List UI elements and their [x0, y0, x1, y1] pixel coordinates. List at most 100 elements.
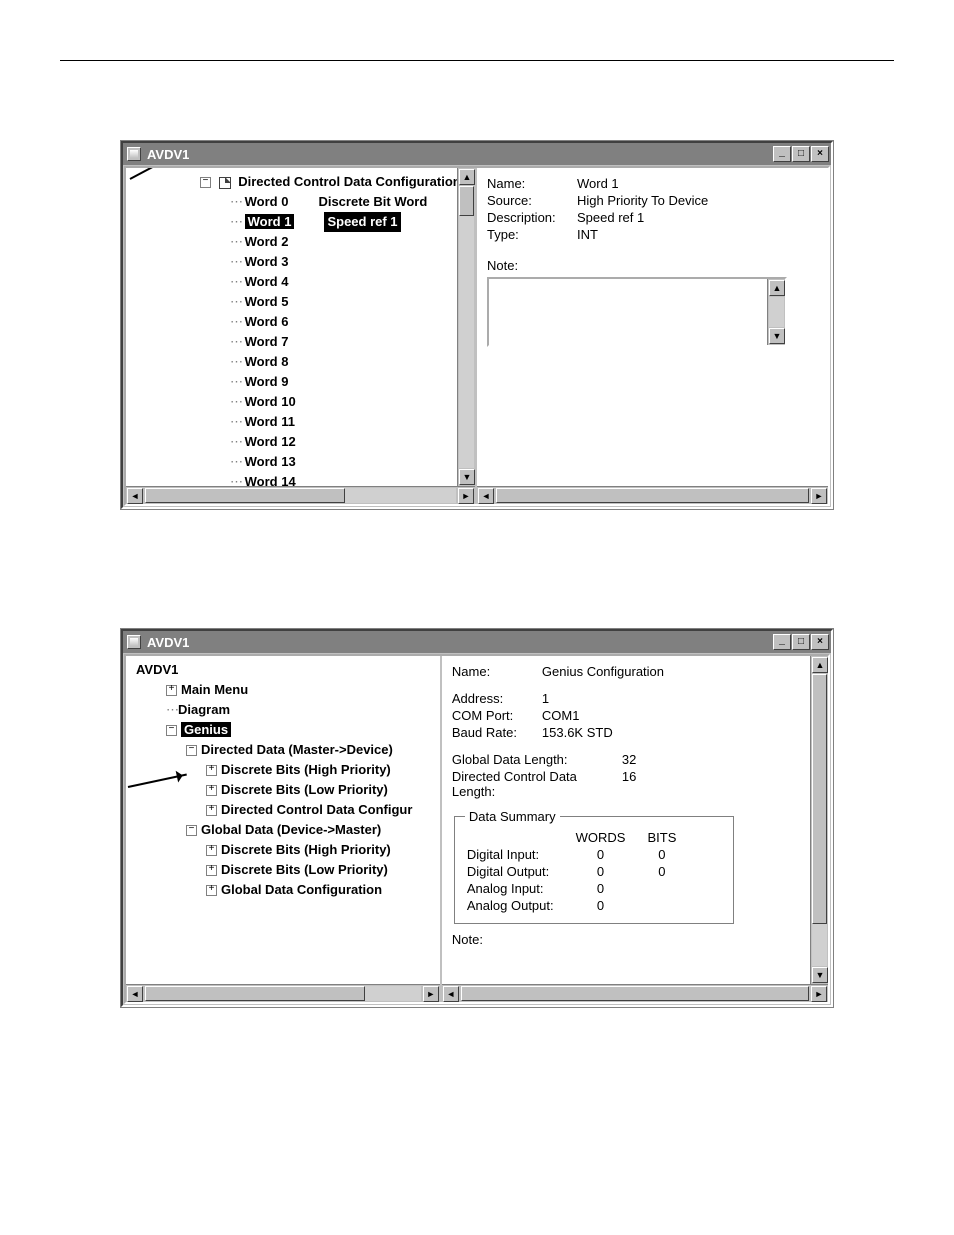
- tree-word-item[interactable]: ⋯ Word 6: [130, 312, 475, 332]
- tree-word-item[interactable]: ⋯ Word 13: [130, 452, 475, 472]
- word-label: Word 8: [245, 354, 289, 369]
- expand-icon[interactable]: +: [206, 885, 217, 896]
- collapse-icon[interactable]: −: [200, 177, 211, 188]
- detail-pane: Name:Word 1 Source:High Priority To Devi…: [477, 168, 828, 504]
- close-button[interactable]: ×: [811, 146, 829, 162]
- tree-global-data-config[interactable]: +Global Data Configuration: [136, 880, 440, 900]
- scroll-down-button[interactable]: ▼: [812, 967, 828, 983]
- tree-word-item[interactable]: ⋯ Word 2: [130, 232, 475, 252]
- expand-icon[interactable]: +: [206, 805, 217, 816]
- word-label: Word 9: [245, 374, 289, 389]
- tree-genius[interactable]: −Genius: [136, 720, 440, 740]
- scroll-down-button[interactable]: ▼: [459, 469, 475, 485]
- address-value: 1: [542, 691, 549, 706]
- word-label: Word 4: [245, 274, 289, 289]
- document-icon: [219, 177, 231, 189]
- expand-icon[interactable]: +: [166, 685, 177, 696]
- detail-horizontal-scrollbar[interactable]: ◄ ►: [442, 984, 828, 1002]
- tree-discrete-bits-high-2[interactable]: +Discrete Bits (High Priority): [136, 840, 440, 860]
- tree-word-item[interactable]: ⋯ Word 10: [130, 392, 475, 412]
- maximize-button[interactable]: □: [792, 634, 810, 650]
- collapse-icon[interactable]: −: [166, 725, 177, 736]
- di-bits: 0: [647, 847, 696, 862]
- baud-label: Baud Rate:: [452, 725, 542, 740]
- tree-header-label: Directed Control Data Configuration: [238, 174, 460, 189]
- detail-vertical-scrollbar[interactable]: ▲ ▼: [810, 656, 828, 984]
- scroll-left-button[interactable]: ◄: [127, 488, 143, 504]
- system-menu-icon[interactable]: [127, 147, 141, 161]
- minimize-button[interactable]: _: [773, 146, 791, 162]
- maximize-button[interactable]: □: [792, 146, 810, 162]
- scroll-left-button[interactable]: ◄: [127, 986, 143, 1002]
- scroll-thumb[interactable]: [812, 674, 827, 924]
- scroll-thumb-h[interactable]: [496, 488, 809, 503]
- tree-header-node[interactable]: − Directed Control Data Configuration: [130, 172, 475, 192]
- scroll-right-button[interactable]: ►: [811, 986, 827, 1002]
- tree-word-item[interactable]: ⋯ Word 4: [130, 272, 475, 292]
- expand-icon[interactable]: +: [206, 845, 217, 856]
- scroll-down-button[interactable]: ▼: [769, 328, 785, 344]
- detail-horizontal-scrollbar[interactable]: ◄ ►: [477, 486, 828, 504]
- note-scrollbar[interactable]: ▲ ▼: [767, 279, 785, 345]
- tree-horizontal-scrollbar[interactable]: ◄ ►: [126, 486, 475, 504]
- system-menu-icon[interactable]: [127, 635, 141, 649]
- tree-word-item[interactable]: ⋯ Word 5: [130, 292, 475, 312]
- tree-root[interactable]: AVDV1: [136, 660, 440, 680]
- tree-word-item[interactable]: ⋯ Word 1Speed ref 1: [130, 212, 475, 232]
- tree-word-item[interactable]: ⋯ Word 0Discrete Bit Word: [130, 192, 475, 212]
- scroll-thumb[interactable]: [459, 186, 474, 216]
- scroll-up-button[interactable]: ▲: [812, 657, 828, 673]
- word-label: Word 7: [245, 334, 289, 349]
- tree-word-item[interactable]: ⋯ Word 11: [130, 412, 475, 432]
- do-label: Digital Output:: [467, 864, 574, 879]
- tree-connector-icon: ⋯: [230, 334, 245, 349]
- tree-directed-control-data-config[interactable]: +Directed Control Data Configur: [136, 800, 440, 820]
- tree-global-data[interactable]: −Global Data (Device->Master): [136, 820, 440, 840]
- word-label: Word 0: [245, 194, 289, 209]
- collapse-icon[interactable]: −: [186, 825, 197, 836]
- tree-word-item[interactable]: ⋯ Word 12: [130, 432, 475, 452]
- close-button[interactable]: ×: [811, 634, 829, 650]
- tree-word-item[interactable]: ⋯ Word 9: [130, 372, 475, 392]
- word-label: Word 3: [245, 254, 289, 269]
- tree-word-item[interactable]: ⋯ Word 3: [130, 252, 475, 272]
- scroll-thumb-h[interactable]: [145, 986, 365, 1001]
- tree-word-item[interactable]: ⋯ Word 14: [130, 472, 475, 486]
- tree-vertical-scrollbar[interactable]: ▲ ▼: [457, 168, 475, 486]
- tree-discrete-bits-low[interactable]: +Discrete Bits (Low Priority): [136, 780, 440, 800]
- titlebar[interactable]: AVDV1 _ □ ×: [123, 631, 831, 653]
- scroll-up-button[interactable]: ▲: [459, 169, 475, 185]
- scroll-thumb-h[interactable]: [461, 986, 809, 1001]
- expand-icon[interactable]: +: [206, 785, 217, 796]
- expand-icon[interactable]: +: [206, 765, 217, 776]
- description-label: Description:: [487, 210, 577, 225]
- tree-diagram[interactable]: ⋯Diagram: [136, 700, 440, 720]
- expand-icon[interactable]: +: [206, 865, 217, 876]
- minimize-button[interactable]: _: [773, 634, 791, 650]
- scroll-left-button[interactable]: ◄: [478, 488, 494, 504]
- word-label: Word 10: [245, 394, 296, 409]
- tree-connector-icon: ⋯: [230, 254, 245, 269]
- tree-word-item[interactable]: ⋯ Word 8: [130, 352, 475, 372]
- scroll-thumb-h[interactable]: [145, 488, 345, 503]
- scroll-right-button[interactable]: ►: [811, 488, 827, 504]
- collapse-icon[interactable]: −: [186, 745, 197, 756]
- tree-main-menu[interactable]: +Main Menu: [136, 680, 440, 700]
- note-textarea[interactable]: ▲ ▼: [487, 277, 787, 347]
- scroll-up-button[interactable]: ▲: [769, 280, 785, 296]
- tree-directed-data[interactable]: −Directed Data (Master->Device): [136, 740, 440, 760]
- scroll-left-button[interactable]: ◄: [443, 986, 459, 1002]
- titlebar[interactable]: AVDV1 _ □ ×: [123, 143, 831, 165]
- tree-connector-icon: ⋯: [230, 294, 245, 309]
- scroll-right-button[interactable]: ►: [423, 986, 439, 1002]
- word-label: Word 12: [245, 434, 296, 449]
- tree-word-item[interactable]: ⋯ Word 7: [130, 332, 475, 352]
- name-label: Name:: [452, 664, 542, 679]
- tree-discrete-bits-high[interactable]: +Discrete Bits (High Priority): [136, 760, 440, 780]
- scroll-right-button[interactable]: ►: [458, 488, 474, 504]
- tree-horizontal-scrollbar[interactable]: ◄ ►: [126, 984, 440, 1002]
- comport-value: COM1: [542, 708, 580, 723]
- tree-discrete-bits-low-2[interactable]: +Discrete Bits (Low Priority): [136, 860, 440, 880]
- do-words: 0: [576, 864, 646, 879]
- col-words: WORDS: [576, 830, 646, 845]
